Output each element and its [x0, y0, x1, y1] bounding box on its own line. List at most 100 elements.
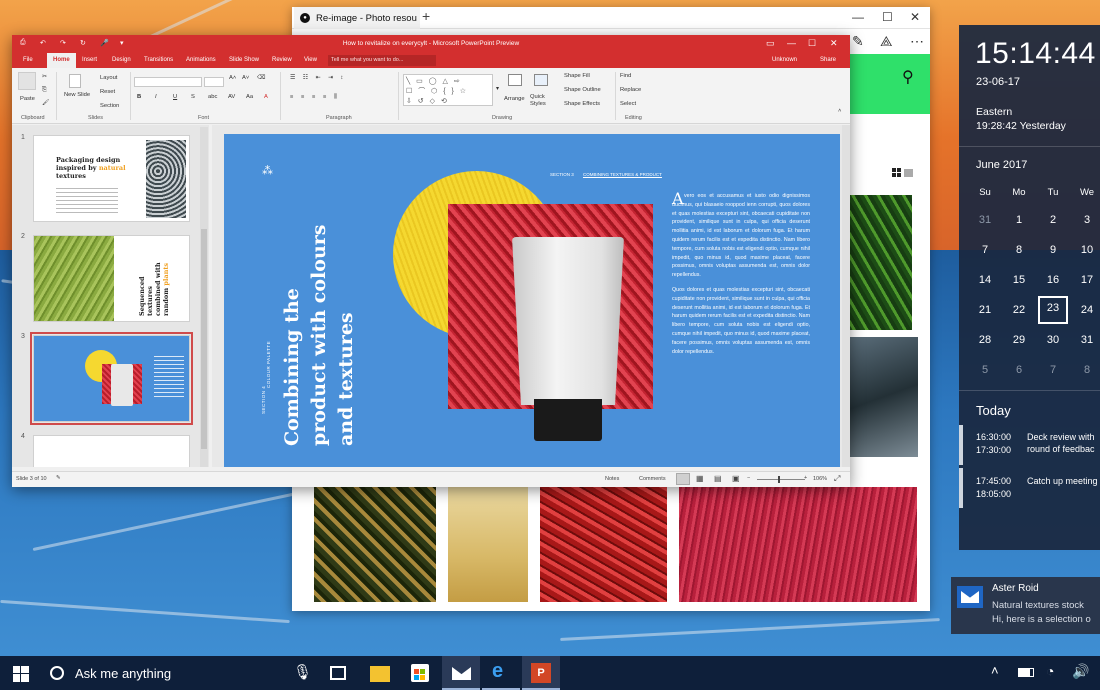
battery-icon[interactable] — [1018, 668, 1034, 677]
calendar-month[interactable]: June 2017 — [976, 159, 1027, 171]
file-explorer-icon[interactable] — [370, 666, 390, 682]
zoom-slider[interactable] — [757, 479, 805, 480]
search-box[interactable]: Ask me anything — [75, 666, 171, 681]
slide-thumbnail-1[interactable]: Packaging design inspired by natural tex… — [33, 135, 190, 222]
slide-thumbnail-3[interactable] — [30, 332, 193, 425]
task-view-icon[interactable] — [330, 666, 346, 680]
photo-thumbnail-leaf[interactable] — [848, 195, 912, 330]
normal-view-icon[interactable] — [676, 473, 690, 485]
photo-thumbnail-water[interactable] — [848, 337, 918, 457]
calendar-day[interactable]: 16 — [1036, 274, 1070, 286]
edit-icon[interactable]: ✎ — [852, 33, 864, 50]
zoom-level[interactable]: 106% — [813, 476, 827, 482]
italic-button[interactable]: I — [155, 94, 157, 100]
calendar-day[interactable]: 31 — [968, 214, 1002, 226]
tell-me-input[interactable]: Tell me what you want to do... — [328, 55, 436, 66]
cut-icon[interactable]: ✂ — [42, 74, 47, 80]
replace-button[interactable]: Replace — [620, 87, 641, 93]
calendar-day[interactable]: 1 — [1002, 214, 1036, 226]
zoom-out-icon[interactable]: − — [747, 475, 750, 481]
current-slide[interactable]: ⁂ Combining the product with colours and… — [224, 134, 840, 467]
mail-app-button[interactable] — [442, 656, 480, 690]
calendar-day[interactable]: 10 — [1070, 244, 1100, 256]
quick-styles-button[interactable]: Quick Styles — [530, 94, 556, 108]
calendar-day[interactable]: 17 — [1070, 274, 1100, 286]
event-1-title[interactable]: Deck review with — [1027, 432, 1095, 442]
close-button[interactable]: ✕ — [830, 38, 838, 49]
arrange-icon[interactable] — [508, 74, 522, 86]
share-icon[interactable]: ⟁ — [880, 33, 893, 50]
increase-font-icon[interactable]: A˄ — [229, 75, 236, 81]
fit-to-window-icon[interactable]: ⤢ — [834, 474, 840, 484]
arrange-button[interactable]: Arrange — [504, 96, 525, 102]
spelling-icon[interactable]: ✎ — [56, 475, 61, 481]
clear-format-icon[interactable]: ⌫ — [257, 75, 265, 81]
wifi-icon[interactable]: ◔ — [1046, 663, 1054, 679]
windows-start-icon[interactable] — [13, 666, 29, 682]
calendar-day[interactable]: 15 — [1002, 274, 1036, 286]
volume-icon[interactable]: 🔊 — [1072, 663, 1089, 680]
calendar-day[interactable]: 22 — [1002, 304, 1036, 316]
calendar-day[interactable]: 14 — [968, 274, 1002, 286]
calendar-day[interactable]: 29 — [1002, 334, 1036, 346]
calendar-day[interactable]: 8 — [1002, 244, 1036, 256]
ribbon-display-icon[interactable]: ▭ — [766, 38, 775, 49]
grid-view-icon[interactable] — [892, 168, 914, 178]
align-buttons[interactable]: ≡ ≡ ≡ ≡ ⫼ — [290, 94, 340, 101]
shadow-button[interactable]: S — [191, 94, 195, 100]
calendar-day-today[interactable]: 23 — [1038, 296, 1068, 324]
list-buttons[interactable]: ☰ ☷ ⇤ ⇥ ↕ — [290, 75, 346, 81]
maximize-button[interactable]: ☐ — [808, 38, 816, 49]
tab-home[interactable]: Home — [47, 53, 76, 68]
event-1-title-line2[interactable]: round of feedbac — [1027, 444, 1095, 454]
calendar-day[interactable]: 28 — [968, 334, 1002, 346]
new-slide-button[interactable]: New Slide — [64, 92, 94, 98]
quick-styles-icon[interactable] — [534, 74, 548, 86]
tab-insert[interactable]: Insert — [82, 57, 97, 63]
new-tab-button[interactable]: + — [422, 8, 430, 24]
search-icon[interactable]: ⚲ — [902, 67, 914, 87]
store-icon[interactable] — [411, 664, 429, 682]
more-icon[interactable]: ⋯ — [910, 33, 924, 50]
tab-transitions[interactable]: Transitions — [144, 57, 173, 63]
calendar-day[interactable]: 7 — [968, 244, 1002, 256]
event-2-title[interactable]: Catch up meeting — [1027, 476, 1098, 486]
thumbnail-scrollbar[interactable] — [200, 127, 208, 467]
reset-button[interactable]: Reset — [100, 89, 115, 95]
microphone-icon[interactable]: 🎙 — [293, 663, 312, 681]
decrease-font-icon[interactable]: A˅ — [242, 75, 249, 81]
strikethrough-button[interactable]: abc — [208, 94, 217, 100]
tab-file[interactable]: File — [23, 57, 33, 63]
show-hidden-icons[interactable]: ˄ — [991, 663, 999, 678]
zoom-in-icon[interactable]: + — [804, 475, 807, 481]
tab-slideshow[interactable]: Slide Show — [229, 57, 259, 63]
paste-button[interactable]: Paste — [20, 96, 35, 102]
tab-view[interactable]: View — [304, 57, 317, 63]
slide-thumbnail-4[interactable] — [33, 435, 190, 467]
photo-thumbnail-pink[interactable] — [679, 487, 917, 602]
find-button[interactable]: Find — [620, 73, 631, 79]
shape-fill-button[interactable]: Shape Fill — [564, 73, 590, 79]
calendar-day[interactable]: 8 — [1070, 364, 1100, 376]
layout-button[interactable]: Layout — [100, 75, 117, 81]
maximize-button[interactable]: ☐ — [882, 10, 893, 24]
collapse-ribbon-icon[interactable]: ˄ — [838, 108, 841, 114]
photos-tab[interactable]: ● Re-image - Photo resou — [294, 7, 420, 29]
bold-button[interactable]: B — [137, 94, 141, 100]
format-painter-icon[interactable]: 🖌 — [42, 100, 49, 106]
section-button[interactable]: Section — [100, 103, 119, 109]
shape-effects-button[interactable]: Shape Effects — [564, 101, 600, 107]
paste-icon[interactable] — [18, 72, 36, 90]
calendar-day[interactable]: 6 — [1002, 364, 1036, 376]
shape-outline-button[interactable]: Shape Outline — [564, 87, 601, 93]
zoom-slider-thumb[interactable] — [778, 476, 780, 483]
font-name-dropdown[interactable] — [134, 77, 202, 87]
photo-thumbnail-wall[interactable] — [448, 487, 528, 602]
user-name[interactable]: Unknown — [772, 57, 797, 63]
edge-browser-button[interactable]: e — [482, 656, 520, 690]
tab-design[interactable]: Design — [112, 57, 131, 63]
new-slide-icon[interactable] — [69, 74, 81, 88]
slideshow-icon[interactable]: ▣ — [732, 474, 740, 483]
minimize-button[interactable]: — — [852, 10, 864, 24]
slide-thumbnail-2[interactable]: Sequenced textures combined with random … — [33, 235, 190, 322]
